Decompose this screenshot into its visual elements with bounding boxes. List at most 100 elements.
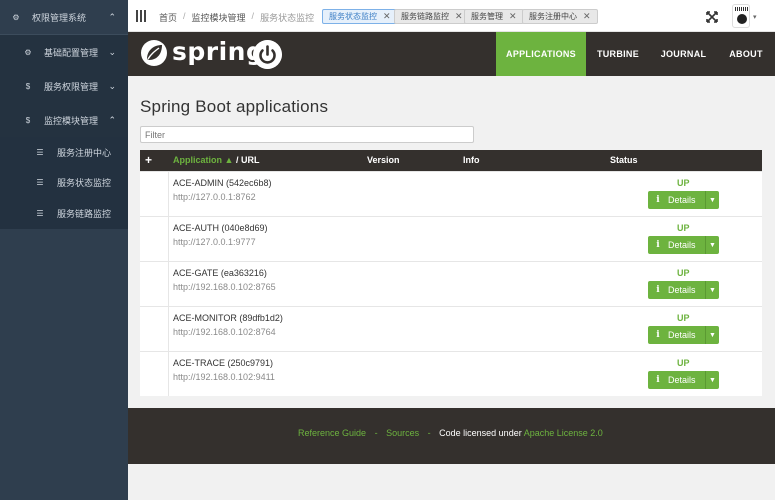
close-icon[interactable]: ✕	[383, 11, 391, 22]
list-icon: ☰	[36, 208, 44, 218]
row-gutter	[140, 307, 169, 351]
gear-icon: ⚙	[12, 12, 20, 22]
page-bottom-area	[128, 464, 775, 500]
caret-down-icon[interactable]: ▼	[705, 281, 719, 299]
reference-guide-link[interactable]: Reference Guide	[298, 428, 366, 438]
details-button[interactable]: i Details ▼	[648, 281, 719, 299]
sidebar-item-basic-config[interactable]: ⚙ 基础配置管理 ⌄	[0, 35, 128, 69]
row-gutter	[140, 217, 169, 261]
sources-link[interactable]: Sources	[386, 428, 419, 438]
license-link[interactable]: Apache License 2.0	[524, 428, 603, 438]
sidebar-item-label: 权限管理系统	[32, 12, 87, 23]
spring-header: spring APPLICATIONS TURBINE JOURNAL ABOU…	[128, 32, 775, 76]
nav-journal[interactable]: JOURNAL	[650, 32, 717, 76]
table-row: ACE-TRACE (250c9791) http://192.168.0.10…	[140, 351, 762, 396]
spring-nav: APPLICATIONS TURBINE JOURNAL ABOUT	[496, 32, 775, 76]
details-button[interactable]: i Details ▼	[648, 326, 719, 344]
nav-turbine[interactable]: TURBINE	[586, 32, 650, 76]
row-gutter	[140, 352, 169, 396]
app-url[interactable]: http://127.0.0.1:9777	[173, 237, 256, 247]
tab-trace-monitor[interactable]: 服务链路监控 ✕	[394, 9, 470, 24]
sidebar-item-label: 监控模块管理	[44, 115, 99, 126]
list-icon: ☰	[36, 177, 44, 187]
s-icon: $	[25, 81, 31, 91]
status-badge: UP	[677, 178, 690, 188]
column-version: Version	[367, 155, 400, 165]
sidebar-item-status-monitor[interactable]: ☰ 服务状态监控	[0, 167, 128, 197]
applications-table: + Application ▲ / URL Version Info Statu…	[140, 150, 762, 396]
avatar-face	[737, 14, 747, 24]
page-title: Spring Boot applications	[140, 97, 329, 116]
tab-label: 服务链路监控	[401, 12, 449, 21]
chevron-up-icon: ⌃	[108, 114, 116, 125]
app-name: ACE-AUTH (040e8d69)	[173, 223, 268, 233]
sidebar: ⚙ 权限管理系统 ⌃ ⚙ 基础配置管理 ⌄ $ 服务权限管理 ⌄ $ 监控模块管…	[0, 0, 128, 500]
sidebar-item-label: 服务权限管理	[44, 81, 99, 92]
app-name: ACE-GATE (ea363216)	[173, 268, 267, 278]
row-gutter	[140, 262, 169, 306]
app-name: ACE-ADMIN (542ec6b8)	[173, 178, 272, 188]
avatar[interactable]	[732, 4, 750, 28]
nav-applications[interactable]: APPLICATIONS	[496, 32, 586, 76]
breadcrumb-home[interactable]: 首页	[159, 11, 177, 24]
details-button[interactable]: i Details ▼	[648, 191, 719, 209]
list-icon: ☰	[36, 147, 44, 157]
app-url[interactable]: http://127.0.0.1:8762	[173, 192, 256, 202]
table-row: ACE-MONITOR (89dfb1d2) http://192.168.0.…	[140, 306, 762, 351]
caret-down-icon[interactable]: ▾	[753, 13, 757, 21]
breadcrumb-separator: /	[183, 11, 186, 21]
close-icon[interactable]: ✕	[455, 11, 463, 22]
sidebar-item-service-permission[interactable]: $ 服务权限管理 ⌄	[0, 69, 128, 103]
app-url[interactable]: http://192.168.0.102:8764	[173, 327, 276, 337]
tab-registry[interactable]: 服务注册中心 ✕	[522, 9, 598, 24]
sidebar-item-trace-monitor[interactable]: ☰ 服务链路监控	[0, 197, 128, 229]
details-label: Details	[668, 240, 696, 250]
caret-down-icon[interactable]: ▼	[705, 191, 719, 209]
details-button[interactable]: i Details ▼	[648, 371, 719, 389]
nav-about[interactable]: ABOUT	[717, 32, 775, 76]
gear-icon: ⚙	[24, 47, 32, 57]
caret-down-icon[interactable]: ▼	[705, 371, 719, 389]
app-root: ⚙ 权限管理系统 ⌃ ⚙ 基础配置管理 ⌄ $ 服务权限管理 ⌄ $ 监控模块管…	[0, 0, 775, 500]
info-icon: i	[656, 330, 660, 340]
tab-status-monitor[interactable]: 服务状态监控 ✕	[322, 9, 398, 24]
app-url[interactable]: http://192.168.0.102:8765	[173, 282, 276, 292]
s-icon: $	[25, 115, 31, 125]
table-row: ACE-AUTH (040e8d69) http://127.0.0.1:977…	[140, 216, 762, 261]
details-button[interactable]: i Details ▼	[648, 236, 719, 254]
app-name: ACE-MONITOR (89dfb1d2)	[173, 313, 283, 323]
app-url[interactable]: http://192.168.0.102:9411	[173, 372, 275, 382]
info-icon: i	[656, 240, 660, 250]
chevron-down-icon: ⌄	[108, 46, 116, 57]
details-label: Details	[668, 330, 696, 340]
close-icon[interactable]: ✕	[583, 11, 591, 22]
caret-down-icon[interactable]: ▼	[705, 236, 719, 254]
top-bar: 首页 / 监控模块管理 / 服务状态监控 服务状态监控 ✕ 服务链路监控 ✕ 服…	[128, 0, 775, 32]
license-text: Code licensed under	[439, 428, 522, 438]
sidebar-item-registry[interactable]: ☰ 服务注册中心	[0, 137, 128, 167]
footer-separator: -	[374, 428, 378, 438]
filter-input[interactable]	[140, 126, 474, 143]
avatar-pattern	[735, 7, 749, 11]
details-label: Details	[668, 375, 696, 385]
info-icon: i	[656, 195, 660, 205]
power-icon	[253, 40, 282, 69]
info-icon: i	[656, 285, 660, 295]
breadcrumb-monitor-module[interactable]: 监控模块管理	[192, 11, 246, 24]
close-icon[interactable]: ✕	[509, 11, 517, 22]
tab-service-management[interactable]: 服务管理 ✕	[464, 9, 524, 24]
fullscreen-icon[interactable]	[706, 11, 718, 23]
sidebar-item-monitor-module[interactable]: $ 监控模块管理 ⌃	[0, 103, 128, 137]
menu-toggle-icon[interactable]	[136, 10, 146, 22]
column-application[interactable]: Application ▲ / URL	[173, 155, 259, 165]
status-badge: UP	[677, 313, 690, 323]
table-header: + Application ▲ / URL Version Info Statu…	[140, 150, 762, 171]
breadcrumb: 首页 / 监控模块管理 / 服务状态监控	[159, 11, 314, 24]
sidebar-item-permission-system[interactable]: ⚙ 权限管理系统 ⌃	[0, 0, 128, 34]
tab-label: 服务管理	[471, 12, 503, 21]
spring-logo-text: spring	[172, 37, 265, 66]
caret-down-icon[interactable]: ▼	[705, 326, 719, 344]
sidebar-item-label: 服务链路监控	[57, 208, 112, 219]
main-content: Spring Boot applications + Application ▲…	[128, 76, 775, 408]
expand-all-icon[interactable]: +	[145, 153, 152, 167]
